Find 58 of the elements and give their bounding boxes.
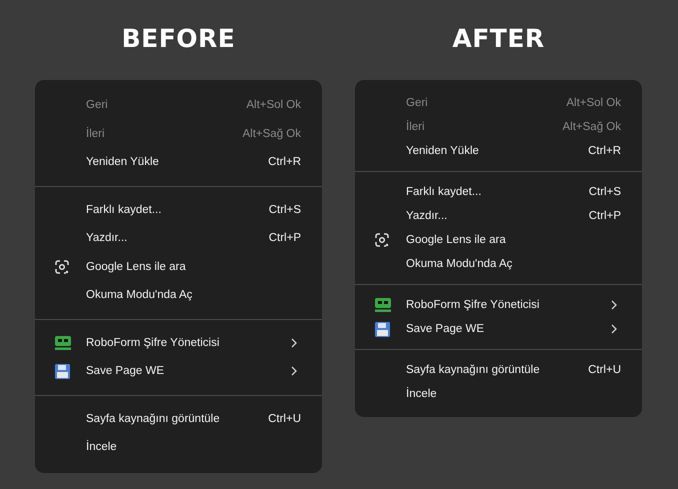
shortcut-label: Alt+Sol Ok <box>246 99 301 112</box>
shortcut-label: Ctrl+S <box>268 204 301 216</box>
robot-icon <box>55 336 71 350</box>
menu-item[interactable]: Yeniden Yükle Ctrl+R <box>35 148 322 176</box>
menu-item[interactable]: Yazdır... Ctrl+P <box>355 204 642 228</box>
menu-item-label: Google Lens ile ara <box>86 260 187 273</box>
menu-item[interactable]: Yazdır... Ctrl+P <box>35 224 322 252</box>
menu-item-label: Yeniden Yükle <box>406 145 480 157</box>
menu-item-label: Save Page WE <box>406 323 485 335</box>
menu-item[interactable]: Farklı kaydet... Ctrl+S <box>355 180 642 204</box>
menu-item[interactable]: Save Page WE <box>35 357 322 386</box>
menu-item[interactable]: Google Lens ile ara <box>355 228 642 252</box>
menu-item-label: Sayfa kaynağını görüntüle <box>406 364 541 376</box>
panel-heading: AFTER <box>452 23 545 55</box>
menu-item-label: Farklı kaydet... <box>406 186 482 198</box>
menu-item[interactable]: Yeniden Yükle Ctrl+R <box>355 139 642 163</box>
menu-item[interactable]: Farklı kaydet... Ctrl+S <box>35 196 322 224</box>
menu-item[interactable]: İncele <box>35 433 322 462</box>
shortcut-label: Ctrl+U <box>268 412 301 425</box>
menu-item-label: İncele <box>86 441 118 454</box>
menu-item[interactable]: RoboForm Şifre Yöneticisi <box>355 293 642 317</box>
menu-item-label: Farklı kaydet... <box>86 204 162 216</box>
shortcut-label: Ctrl+R <box>588 145 621 157</box>
menu-item-label: Okuma Modu'nda Aç <box>406 258 514 270</box>
menu-item[interactable]: Okuma Modu'nda Aç <box>355 252 642 276</box>
menu-item-label: Okuma Modu'nda Aç <box>86 289 194 302</box>
shortcut-label: Alt+Sağ Ok <box>562 121 621 133</box>
menu-item[interactable]: Save Page WE <box>355 317 642 341</box>
menu-item-label: RoboForm Şifre Yöneticisi <box>86 336 220 349</box>
menu-item[interactable]: Google Lens ile ara <box>35 252 322 281</box>
menu-item-label: Yazdır... <box>406 210 448 222</box>
menu-item-label: Yeniden Yükle <box>86 156 160 168</box>
menu-item-label: Geri <box>406 97 429 109</box>
shortcut-label: Alt+Sağ Ok <box>242 128 301 140</box>
menu-item[interactable]: Okuma Modu'nda Aç <box>35 281 322 310</box>
shortcut-label: Ctrl+U <box>588 364 621 376</box>
lens-icon <box>375 233 389 247</box>
menu-item-label: İleri <box>406 121 426 133</box>
shortcut-label: Ctrl+P <box>268 232 301 244</box>
menu-item-label: Sayfa kaynağını görüntüle <box>86 412 221 425</box>
menu-item-label: RoboForm Şifre Yöneticisi <box>406 299 540 311</box>
menu-item-label: İleri <box>86 128 106 140</box>
menu-item-label: İncele <box>406 388 438 400</box>
menu-item[interactable]: Sayfa kaynağını görüntüle Ctrl+U <box>35 404 322 433</box>
menu-item-label: Geri <box>86 99 109 112</box>
menu-item[interactable]: İncele <box>355 382 642 406</box>
shortcut-label: Ctrl+P <box>588 210 621 222</box>
robot-icon <box>375 298 391 312</box>
panel-heading: BEFORE <box>122 23 236 55</box>
menu-item-label: Google Lens ile ara <box>406 234 507 246</box>
menu-item-label: Yazdır... <box>86 232 128 244</box>
shortcut-label: Ctrl+S <box>588 186 621 198</box>
menu-item[interactable]: RoboForm Şifre Yöneticisi <box>35 328 322 357</box>
shortcut-label: Ctrl+R <box>268 156 301 168</box>
lens-icon <box>55 260 69 274</box>
menu-item-label: Save Page WE <box>86 365 165 378</box>
shortcut-label: Alt+Sol Ok <box>566 97 621 109</box>
menu-item[interactable]: Sayfa kaynağını görüntüle Ctrl+U <box>355 358 642 382</box>
